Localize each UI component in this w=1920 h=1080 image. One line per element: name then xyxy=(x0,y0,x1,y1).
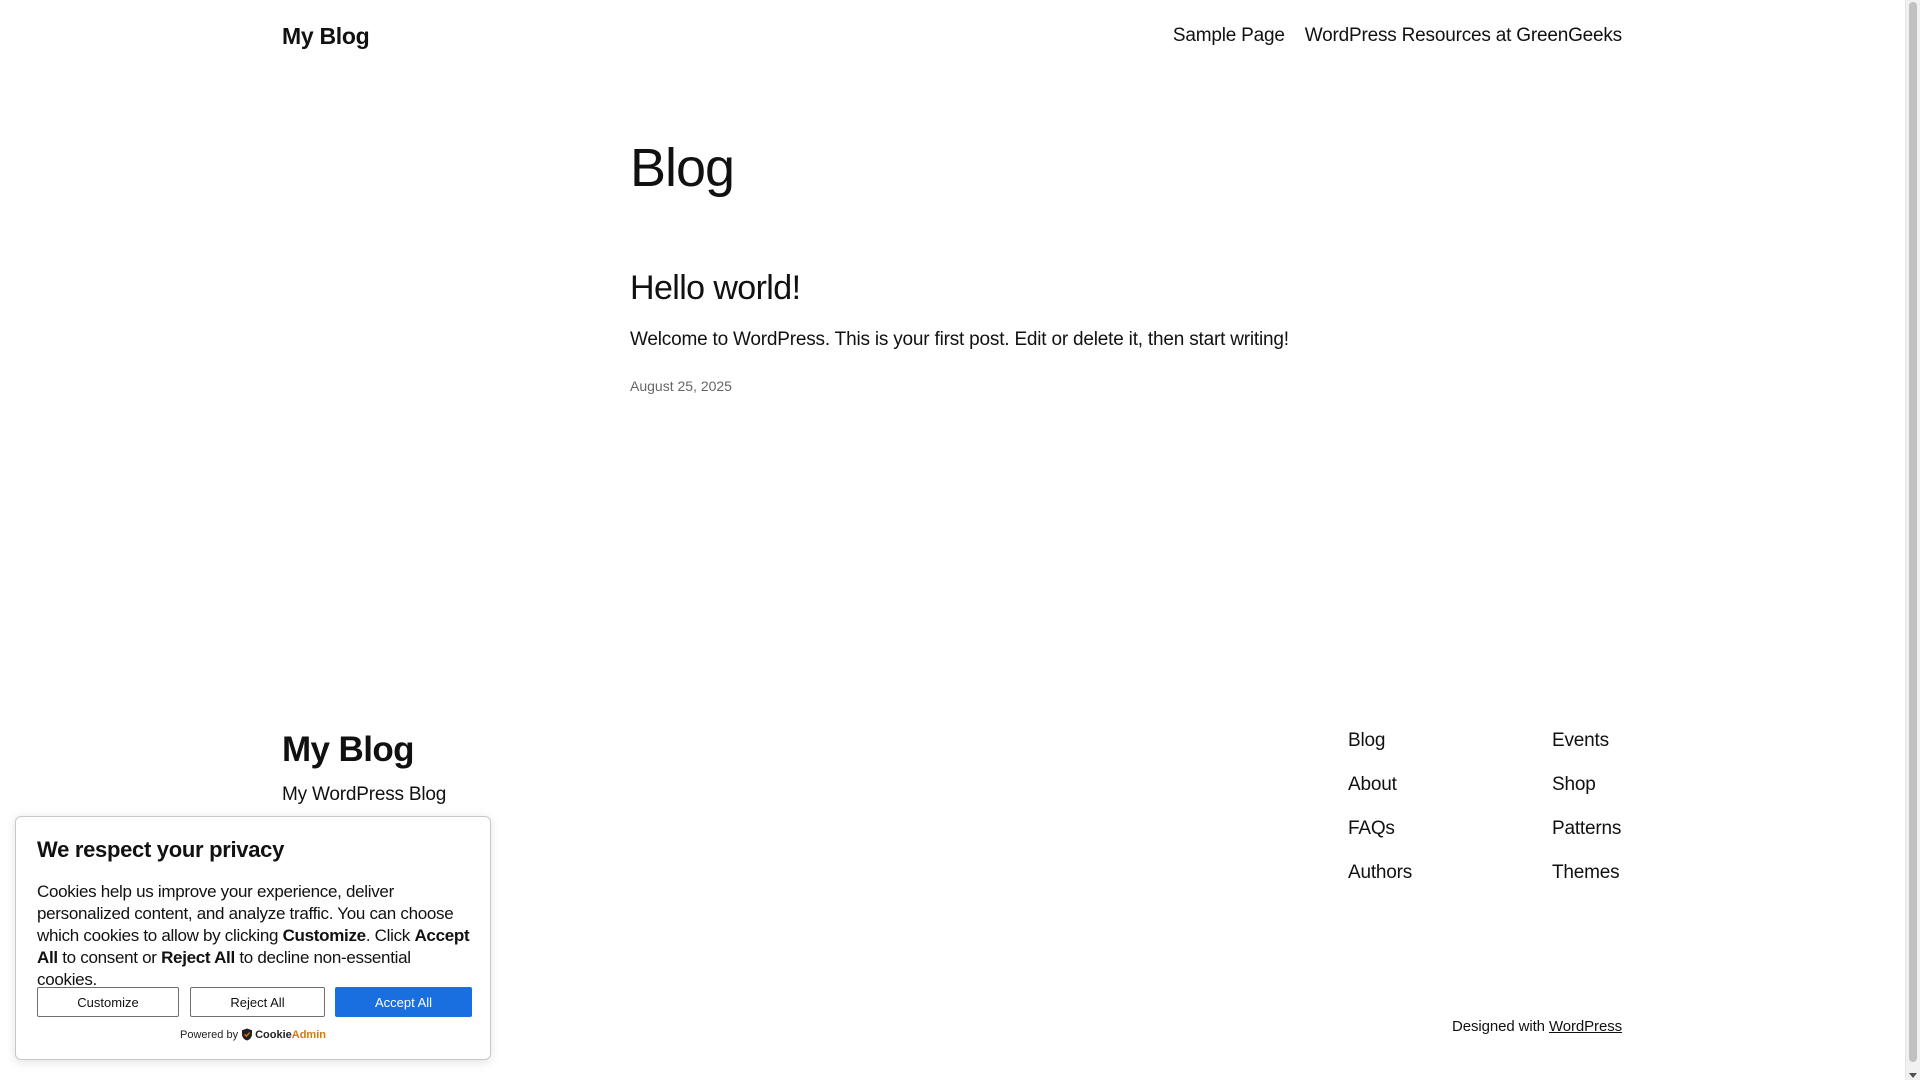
footer-link-faqs[interactable]: FAQs xyxy=(1348,816,1412,842)
footer-credit: Designed with WordPress xyxy=(1452,1018,1622,1035)
page: My Blog Sample Page WordPress Resources … xyxy=(0,0,1920,1080)
footer-link-shop[interactable]: Shop xyxy=(1552,772,1621,798)
footer-nav-column-2: Events Shop Patterns Themes xyxy=(1552,728,1621,886)
customize-button[interactable]: Customize xyxy=(37,987,179,1017)
shield-icon xyxy=(242,1028,253,1041)
scrollbar-thumb[interactable] xyxy=(1909,2,1917,1062)
cookie-consent-banner: We respect your privacy Cookies help us … xyxy=(15,816,491,1060)
primary-nav: Sample Page WordPress Resources at Green… xyxy=(1173,25,1622,47)
footer-tagline: My WordPress Blog xyxy=(282,784,447,805)
page-title: Blog xyxy=(630,138,735,198)
footer-brand: My Blog My WordPress Blog xyxy=(282,728,446,808)
post-excerpt: Welcome to WordPress. This is your first… xyxy=(630,329,1289,350)
credit-prefix: Designed with xyxy=(1451,1018,1545,1035)
powered-by-label: Powered by xyxy=(179,1028,239,1041)
wordpress-link[interactable]: WordPress xyxy=(1549,1018,1622,1035)
reject-all-button[interactable]: Reject All xyxy=(190,987,325,1017)
footer-nav-column-1: Blog About FAQs Authors xyxy=(1348,728,1412,886)
cookieadmin-logo[interactable]: CookieAdmin xyxy=(241,1028,326,1041)
cookie-text-reject-all: Reject All xyxy=(161,948,235,967)
cookie-buttons: Customize Reject All Accept All xyxy=(37,987,472,1017)
main-content: Blog Hello world! Welcome to WordPress. … xyxy=(630,136,1330,394)
powered-by: Powered by CookieAdmin xyxy=(16,1028,490,1041)
cookie-banner-text: Cookies help us improve your experience,… xyxy=(37,881,470,991)
site-title-link[interactable]: My Blog xyxy=(282,23,370,50)
footer-link-authors[interactable]: Authors xyxy=(1348,860,1412,886)
footer-link-patterns[interactable]: Patterns xyxy=(1552,816,1621,842)
cookie-text-customize: Customize xyxy=(282,926,367,945)
chevron-down-icon[interactable] xyxy=(1909,1073,1917,1078)
cookie-banner-title: We respect your privacy xyxy=(37,837,285,862)
footer-site-title[interactable]: My Blog xyxy=(282,728,446,772)
footer-link-blog[interactable]: Blog xyxy=(1348,728,1412,754)
footer-link-themes[interactable]: Themes xyxy=(1552,860,1621,886)
footer-link-events[interactable]: Events xyxy=(1552,728,1621,754)
accept-all-button[interactable]: Accept All xyxy=(335,987,472,1017)
cookieadmin-brand: CookieAdmin xyxy=(255,1029,326,1041)
post-date: August 25, 2025 xyxy=(630,378,732,394)
nav-item-greengeeks-resources[interactable]: WordPress Resources at GreenGeeks xyxy=(1305,25,1622,47)
brand-part-cookie: Cookie xyxy=(255,1028,292,1041)
post-item: Hello world! Welcome to WordPress. This … xyxy=(630,268,1330,394)
page-scrollbar[interactable] xyxy=(1905,0,1920,1080)
footer-link-about[interactable]: About xyxy=(1348,772,1412,798)
cookie-text-part: to consent or xyxy=(57,948,162,967)
nav-item-sample-page[interactable]: Sample Page xyxy=(1173,25,1285,47)
brand-part-admin: Admin xyxy=(291,1028,326,1041)
cookie-text-part: . Click xyxy=(365,926,415,945)
post-title-link[interactable]: Hello world! xyxy=(630,268,1330,308)
site-header: My Blog Sample Page WordPress Resources … xyxy=(282,18,1622,54)
